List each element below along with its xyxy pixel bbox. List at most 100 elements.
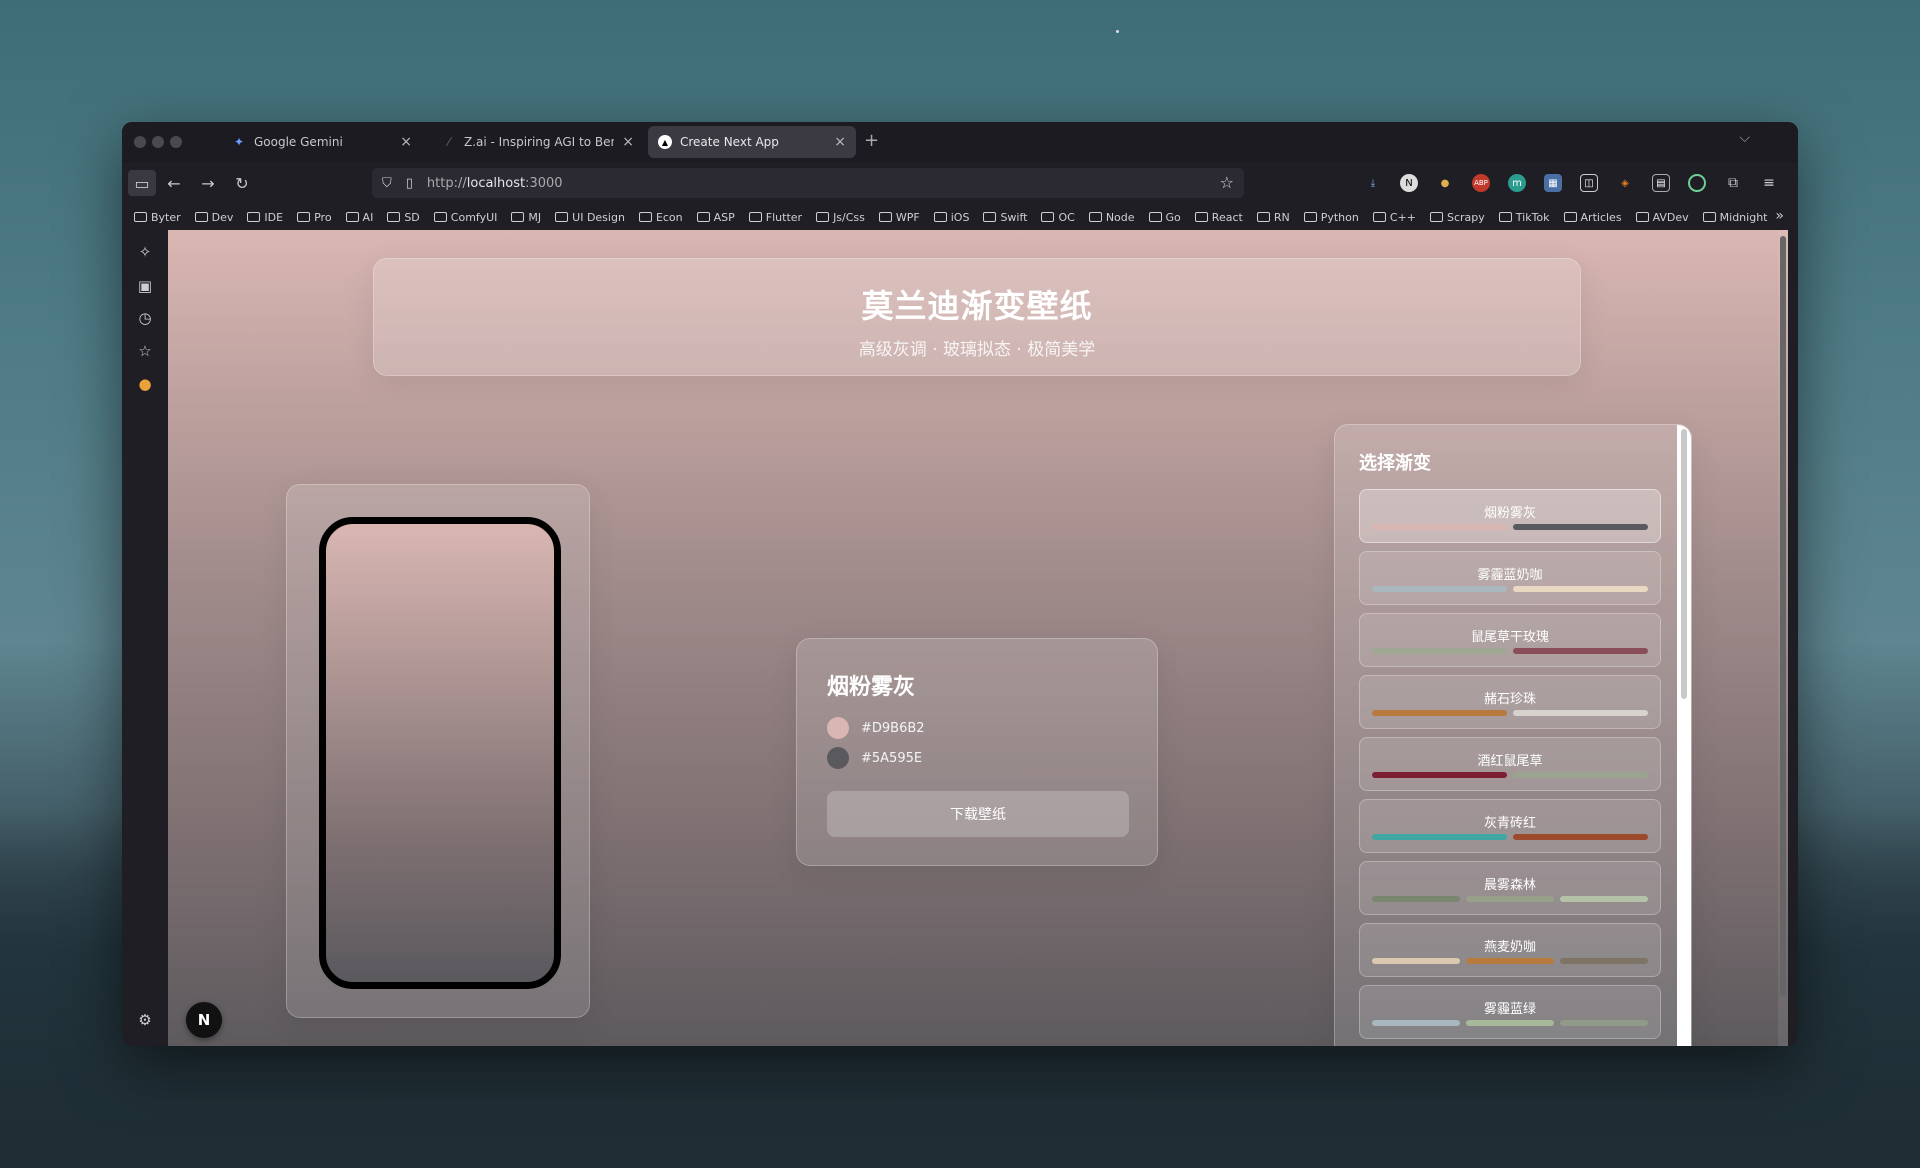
- bookmark-folder[interactable]: OC: [1041, 210, 1075, 224]
- picker-scrollbar[interactable]: [1677, 425, 1691, 1046]
- bookmark-label: C++: [1389, 210, 1416, 224]
- gradient-option[interactable]: 鼠尾草干玫瑰: [1359, 613, 1661, 667]
- folder-icon: [387, 212, 401, 222]
- bookmark-folder[interactable]: Pro: [297, 210, 332, 224]
- bookmark-label: Go: [1165, 210, 1181, 224]
- adblock-icon[interactable]: ABP: [1472, 174, 1490, 192]
- zoom-window-button[interactable]: [170, 136, 182, 148]
- tab-create-next-app[interactable]: ▲ Create Next App ×: [648, 126, 856, 158]
- bookmark-folder[interactable]: Articles: [1563, 211, 1622, 224]
- extension-robot-icon[interactable]: ◈: [1616, 174, 1634, 192]
- bookmark-label: Pro: [314, 210, 332, 224]
- close-tab-icon[interactable]: ×: [622, 134, 634, 150]
- menu-icon[interactable]: ≡: [1760, 174, 1778, 192]
- bookmark-folder[interactable]: Node: [1088, 211, 1135, 224]
- close-tab-icon[interactable]: ×: [834, 134, 846, 150]
- bookmark-star-icon[interactable]: ☆: [1220, 173, 1234, 192]
- bookmark-label: OC: [1058, 210, 1075, 224]
- gradient-option[interactable]: 晨雾森林: [1359, 861, 1661, 915]
- extension-grid-icon[interactable]: ▦: [1544, 174, 1562, 192]
- color-bar: [1513, 710, 1648, 716]
- bookmark-folder[interactable]: Flutter: [748, 211, 802, 224]
- bookmark-folder[interactable]: C++: [1372, 210, 1416, 224]
- gradient-color-bars: [1372, 958, 1648, 964]
- gradient-option[interactable]: 雾霾蓝奶咖: [1359, 551, 1661, 605]
- extension-ring-icon[interactable]: [1688, 174, 1706, 192]
- bookmark-folder[interactable]: Python: [1303, 211, 1359, 224]
- page-title: 莫兰迪渐变壁纸: [861, 287, 1093, 325]
- extension-colors-icon[interactable]: ●: [135, 374, 155, 394]
- color-swatch: [827, 717, 849, 739]
- folder-icon: [247, 212, 261, 222]
- bookmark-folder[interactable]: WPF: [878, 211, 920, 224]
- new-tab-icon[interactable]: +: [864, 130, 879, 151]
- bookmark-folder[interactable]: Econ: [638, 210, 683, 224]
- bookmark-folder[interactable]: Swift: [983, 211, 1027, 224]
- nextjs-dev-badge[interactable]: N: [186, 1002, 222, 1038]
- bookmark-folder[interactable]: AVDev: [1635, 211, 1689, 224]
- folder-icon: [297, 212, 311, 222]
- reload-icon[interactable]: ↻: [228, 170, 256, 196]
- forward-icon[interactable]: →: [194, 170, 222, 196]
- bookmark-folder[interactable]: Go: [1148, 210, 1181, 224]
- bookmark-folder[interactable]: Js/Css: [816, 211, 865, 224]
- tab-gemini[interactable]: ✦ Google Gemini ×: [222, 126, 422, 158]
- list-tabs-chevron-icon[interactable]: ⌵: [1739, 130, 1750, 146]
- gradient-option[interactable]: 雾霾蓝绿: [1359, 985, 1661, 1039]
- folder-icon: [878, 212, 892, 222]
- bookmark-folder[interactable]: React: [1194, 211, 1243, 224]
- url-port: :3000: [525, 175, 563, 191]
- back-icon[interactable]: ←: [160, 170, 188, 196]
- bookmark-folder[interactable]: SD: [387, 210, 420, 224]
- bookmark-folder[interactable]: UI Design: [555, 211, 625, 224]
- extension-box-icon[interactable]: ▤: [1652, 174, 1670, 192]
- phone-preview: [319, 517, 561, 989]
- close-window-button[interactable]: [134, 136, 146, 148]
- bookmark-label: Econ: [655, 210, 683, 224]
- color-bar: [1513, 648, 1648, 654]
- gradient-option-label: 鼠尾草干玫瑰: [1470, 630, 1549, 645]
- bookmark-folder[interactable]: RN: [1256, 211, 1290, 224]
- folder-icon: [1702, 212, 1716, 222]
- gradient-option-label: 雾霾蓝奶咖: [1477, 568, 1543, 583]
- history-icon[interactable]: ◷: [135, 308, 155, 328]
- download-wallpaper-button[interactable]: 下载壁纸: [827, 791, 1129, 837]
- tab-zai[interactable]: ⁄ Z.ai - Inspiring AGI to Benefit Humani…: [432, 126, 644, 158]
- gradient-option[interactable]: 赭石珍珠: [1359, 675, 1661, 729]
- bookmark-folder[interactable]: iOS: [933, 211, 969, 224]
- synced-tabs-icon[interactable]: ▣: [135, 276, 155, 296]
- bookmark-folder[interactable]: Byter: [134, 211, 181, 224]
- gradient-option[interactable]: 燕麦奶咖: [1359, 923, 1661, 977]
- extensions-puzzle-icon[interactable]: ⧉: [1724, 174, 1742, 192]
- bookmark-label: IDE: [264, 210, 284, 224]
- extension-m-icon[interactable]: m: [1508, 174, 1526, 192]
- extension-reader-icon[interactable]: ◫: [1580, 174, 1598, 192]
- notion-extension-icon[interactable]: N: [1400, 174, 1418, 192]
- close-tab-icon[interactable]: ×: [400, 134, 412, 150]
- bookmarks-overflow-icon[interactable]: »: [1775, 208, 1784, 224]
- ai-chatbot-icon[interactable]: ✧: [135, 242, 155, 262]
- bookmark-folder[interactable]: ComfyUI: [433, 211, 497, 224]
- bookmark-folder[interactable]: AI: [345, 210, 374, 224]
- folder-icon: [1194, 212, 1208, 222]
- bookmark-folder[interactable]: Scrapy: [1429, 211, 1485, 224]
- bookmarks-icon[interactable]: ☆: [135, 341, 155, 361]
- page-scrollbar[interactable]: [1778, 230, 1788, 1046]
- gradient-option[interactable]: 烟粉雾灰: [1359, 489, 1661, 543]
- bookmark-label: AI: [362, 210, 374, 224]
- settings-gear-icon[interactable]: ⚙: [135, 1010, 155, 1030]
- minimize-window-button[interactable]: [152, 136, 164, 148]
- bookmark-folder[interactable]: ASP: [696, 211, 735, 224]
- sidebar-toggle-icon[interactable]: ▭: [128, 170, 156, 196]
- gradient-option[interactable]: 酒红鼠尾草: [1359, 737, 1661, 791]
- bookmark-folder[interactable]: Midnight: [1702, 211, 1767, 224]
- extension-monkey-icon[interactable]: ●: [1436, 174, 1454, 192]
- bookmark-folder[interactable]: MJ: [511, 211, 541, 224]
- bookmark-folder[interactable]: IDE: [247, 211, 283, 224]
- bookmark-label: SD: [404, 210, 420, 224]
- bookmark-folder[interactable]: Dev: [194, 211, 233, 224]
- bookmark-folder[interactable]: TikTok: [1498, 211, 1550, 224]
- url-bar[interactable]: ⛉ ▯ http://localhost:3000 ☆: [372, 168, 1244, 198]
- gradient-option[interactable]: 灰青砖红: [1359, 799, 1661, 853]
- download-icon[interactable]: ⤓: [1364, 174, 1382, 192]
